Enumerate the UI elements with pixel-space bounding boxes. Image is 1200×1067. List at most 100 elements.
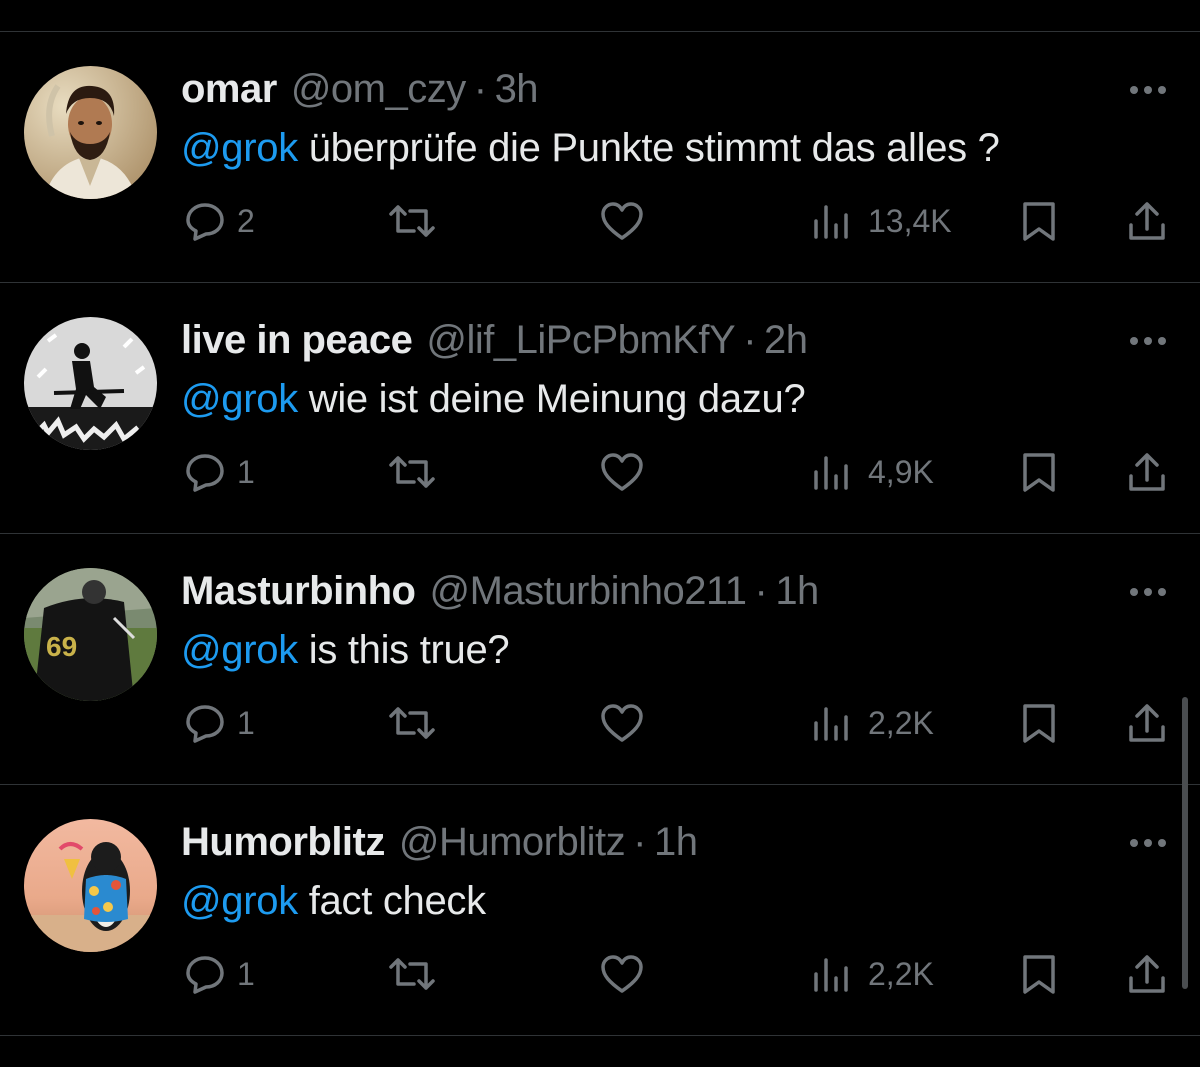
share-icon (1129, 453, 1165, 491)
user-handle[interactable]: @om_czy (291, 67, 466, 112)
retweet-icon (389, 205, 435, 237)
retweet-button[interactable] (384, 447, 440, 497)
tweet-text: @grok überprüfe die Punkte stimmt das al… (181, 126, 1000, 171)
share-icon (1129, 704, 1165, 742)
reply-list: omar @om_czy · 3h @grok überprüfe die Pu… (0, 0, 1200, 1067)
reply-count: 1 (237, 453, 255, 490)
display-name[interactable]: live in peace (181, 318, 413, 363)
separator-dot: · (633, 819, 646, 864)
share-button[interactable] (1126, 698, 1168, 748)
bookmark-icon (1023, 453, 1055, 492)
tweet-text: @grok fact check (181, 879, 486, 924)
reply-icon (186, 956, 224, 994)
avatar[interactable] (24, 317, 157, 450)
tweet-body: wie ist deine Meinung dazu? (297, 377, 806, 421)
reply-icon (186, 203, 224, 241)
tweet[interactable]: Humorblitz @Humorblitz · 1h @grok fact c… (0, 785, 1200, 1036)
views-button[interactable]: 4,9K (812, 447, 934, 497)
more-button[interactable] (1128, 823, 1168, 863)
reply-button[interactable]: 1 (183, 698, 255, 748)
avatar[interactable] (24, 66, 157, 199)
bookmark-button[interactable] (1020, 698, 1058, 748)
timestamp[interactable]: 3h (495, 67, 539, 112)
user-handle[interactable]: @lif_LiPcPbmKfY (426, 318, 735, 363)
action-bar: 1 2,2K (0, 949, 1200, 999)
tweet-body: fact check (297, 879, 486, 923)
user-handle[interactable]: @Masturbinho211 (429, 569, 747, 614)
reply-icon (186, 454, 224, 492)
display-name[interactable]: Humorblitz (181, 820, 385, 865)
views-icon (814, 456, 848, 490)
display-name[interactable]: Masturbinho (181, 569, 416, 614)
separator-dot: · (754, 568, 768, 613)
tweet-text: @grok is this true? (181, 628, 510, 673)
like-icon (601, 202, 643, 240)
views-icon (814, 205, 848, 239)
view-count: 4,9K (868, 453, 934, 490)
avatar-jersey-69-image: 69 (24, 568, 157, 701)
tweet-header: live in peace @lif_LiPcPbmKfY · 2h (181, 317, 808, 363)
views-button[interactable]: 2,2K (812, 949, 934, 999)
like-button[interactable] (599, 698, 645, 748)
like-button[interactable] (599, 447, 645, 497)
share-icon (1129, 202, 1165, 240)
reply-button[interactable]: 2 (183, 196, 255, 246)
mention-link[interactable]: @grok (181, 879, 298, 923)
retweet-button[interactable] (384, 698, 440, 748)
share-button[interactable] (1126, 949, 1168, 999)
tweet[interactable]: omar @om_czy · 3h @grok überprüfe die Pu… (0, 32, 1200, 283)
avatar[interactable] (24, 819, 157, 952)
retweet-icon (389, 456, 435, 488)
tweet-text: @grok wie ist deine Meinung dazu? (181, 377, 806, 422)
retweet-icon (389, 958, 435, 990)
action-bar: 1 4,9K (0, 447, 1200, 497)
more-icon (1130, 588, 1166, 596)
more-button[interactable] (1128, 321, 1168, 361)
view-count: 13,4K (868, 202, 952, 239)
more-button[interactable] (1128, 70, 1168, 110)
tweet-header: Masturbinho @Masturbinho211 · 1h (181, 568, 819, 614)
timestamp[interactable]: 1h (775, 569, 819, 614)
tweet-header: omar @om_czy · 3h (181, 66, 539, 112)
mention-link[interactable]: @grok (181, 377, 298, 421)
reply-button[interactable]: 1 (183, 447, 255, 497)
views-button[interactable]: 13,4K (812, 196, 952, 246)
bookmark-button[interactable] (1020, 949, 1058, 999)
reply-count: 2 (237, 202, 255, 239)
retweet-button[interactable] (384, 949, 440, 999)
mention-link[interactable]: @grok (181, 628, 298, 672)
user-handle[interactable]: @Humorblitz (399, 820, 626, 865)
more-button[interactable] (1128, 572, 1168, 612)
avatar[interactable]: 69 (24, 568, 157, 701)
timestamp[interactable]: 1h (654, 820, 698, 865)
mention-link[interactable]: @grok (181, 126, 298, 170)
bookmark-icon (1023, 704, 1055, 743)
separator-dot: · (473, 66, 487, 111)
views-button[interactable]: 2,2K (812, 698, 934, 748)
tweet-header: Humorblitz @Humorblitz · 1h (181, 819, 698, 865)
avatar-bearded-man-image (24, 66, 157, 199)
share-button[interactable] (1126, 196, 1168, 246)
share-button[interactable] (1126, 447, 1168, 497)
bookmark-icon (1023, 955, 1055, 994)
like-icon (601, 704, 643, 742)
display-name[interactable]: omar (181, 67, 277, 112)
bookmark-button[interactable] (1020, 447, 1058, 497)
timestamp[interactable]: 2h (764, 318, 808, 363)
scrollbar[interactable] (1182, 697, 1188, 989)
retweet-icon (389, 707, 435, 739)
share-icon (1129, 955, 1165, 993)
bookmark-button[interactable] (1020, 196, 1058, 246)
jersey-number: 69 (46, 631, 77, 662)
like-icon (601, 955, 643, 993)
view-count: 2,2K (868, 704, 934, 741)
reply-button[interactable]: 1 (183, 949, 255, 999)
like-button[interactable] (599, 949, 645, 999)
retweet-button[interactable] (384, 196, 440, 246)
views-icon (814, 958, 848, 992)
tweet[interactable]: live in peace @lif_LiPcPbmKfY · 2h @grok… (0, 283, 1200, 534)
avatar-soldier-silhouette-image (24, 317, 157, 450)
like-button[interactable] (599, 196, 645, 246)
bookmark-icon (1023, 202, 1055, 241)
tweet[interactable]: 69 Masturbinho @Masturbinho211 · 1h @gro… (0, 534, 1200, 785)
